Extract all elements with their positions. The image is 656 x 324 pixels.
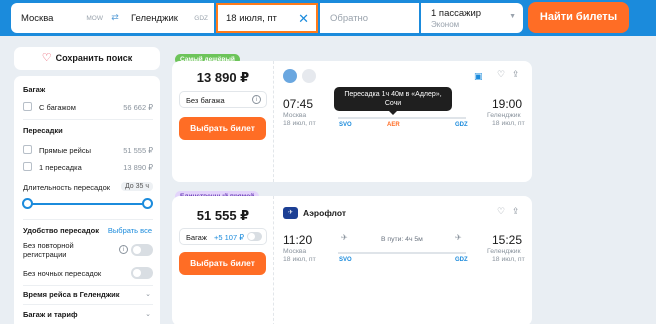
divider bbox=[23, 304, 153, 305]
arrival-date: 18 июл, пт bbox=[492, 256, 525, 263]
cabin-class: Эконом bbox=[431, 20, 460, 29]
departure-time: 11:20 bbox=[283, 233, 313, 247]
no-recheck-toggle[interactable] bbox=[131, 244, 153, 256]
origin-field[interactable]: Москва MOW bbox=[11, 3, 109, 33]
search-bar: Москва MOW ⇄ Геленджик GDZ 18 июля, пт ✕… bbox=[0, 0, 656, 36]
filters-panel: Багаж С багажом 56 662 ₽ Пересадки Прямы… bbox=[14, 76, 160, 324]
airline-logo-icon bbox=[283, 69, 297, 83]
route-line bbox=[338, 117, 466, 119]
select-all-link[interactable]: Выбрать все bbox=[108, 226, 152, 235]
duration-slider[interactable] bbox=[27, 203, 147, 205]
baggage-filter-title: Багаж bbox=[23, 85, 46, 94]
find-tickets-button[interactable]: Найти билеты bbox=[528, 2, 629, 33]
ticket-price: 13 890 ₽ bbox=[196, 70, 250, 85]
destination-code: GDZ bbox=[194, 15, 208, 22]
info-icon[interactable]: i bbox=[252, 95, 261, 104]
comfort-filter-title: Удобство пересадок bbox=[23, 226, 99, 235]
departure-time: 07:45 bbox=[283, 97, 314, 111]
choose-ticket-button[interactable]: Выбрать билет bbox=[179, 117, 266, 140]
heart-icon[interactable]: ♡ bbox=[497, 69, 505, 80]
arrival-airport-code: GDZ bbox=[455, 257, 468, 263]
return-date-field[interactable]: Обратно bbox=[320, 3, 419, 33]
no-recheck-label: Без повторной регистрации bbox=[23, 241, 74, 259]
departure-city: Москва bbox=[283, 248, 307, 255]
heart-icon: ♡ bbox=[41, 52, 52, 64]
departure-date: 18 июл, пт bbox=[283, 120, 316, 127]
route-line bbox=[338, 252, 466, 254]
heart-icon[interactable]: ♡ bbox=[497, 206, 505, 217]
info-icon[interactable]: i bbox=[119, 245, 128, 254]
transfer-tooltip: Пересадка 1ч 40м в «Адлер», Сочи bbox=[334, 87, 452, 115]
swap-icon[interactable]: ⇄ bbox=[109, 3, 121, 33]
divider bbox=[23, 285, 153, 286]
passengers-count: 1 пассажир bbox=[431, 8, 482, 19]
departure-date-field[interactable]: 18 июля, пт ✕ bbox=[216, 3, 318, 33]
slider-min-handle[interactable] bbox=[22, 198, 33, 209]
ticket-price-panel: 13 890 ₽ Без багажа i Выбрать билет bbox=[172, 61, 274, 182]
departure-city: Москва bbox=[283, 112, 307, 119]
destination-field[interactable]: Геленджик GDZ bbox=[121, 3, 214, 33]
arrival-airport-code: GDZ bbox=[455, 122, 468, 128]
transfer-duration-label: Длительность пересадок bbox=[23, 183, 111, 192]
divider bbox=[23, 119, 153, 120]
chevron-down-icon[interactable]: ⌄ bbox=[145, 290, 151, 298]
departure-date-value: 18 июля, пт bbox=[226, 13, 277, 24]
departure-airport-code: SVO bbox=[339, 122, 352, 128]
checkbox[interactable] bbox=[23, 102, 32, 111]
airline-name: Аэрофлот bbox=[303, 208, 346, 218]
baggage-toggle[interactable] bbox=[247, 232, 262, 241]
bus-icon: ▣ bbox=[474, 71, 483, 81]
origin-value: Москва bbox=[21, 13, 54, 24]
filter-one-transfer[interactable]: 1 пересадка 13 890 ₽ bbox=[23, 161, 153, 173]
checkbox[interactable] bbox=[23, 145, 32, 154]
chevron-down-icon: ▼ bbox=[509, 13, 516, 20]
origin-code: MOW bbox=[86, 15, 103, 22]
share-icon[interactable]: ⇪ bbox=[512, 69, 520, 80]
flight-time-section[interactable]: Время рейса в Геленджик bbox=[23, 290, 120, 299]
share-icon[interactable]: ⇪ bbox=[512, 206, 520, 217]
results-area: ♡ Сохранить поиск Багаж С багажом 56 662 … bbox=[0, 36, 656, 324]
slider-max-handle[interactable] bbox=[142, 198, 153, 209]
clear-date-icon[interactable]: ✕ bbox=[298, 11, 309, 27]
return-date-placeholder: Обратно bbox=[330, 13, 369, 24]
baggage-option[interactable]: Без багажа i bbox=[179, 91, 267, 108]
arrival-city: Геленджик bbox=[487, 248, 521, 255]
landing-icon: ✈ bbox=[455, 233, 462, 242]
airline-logo-icon bbox=[302, 69, 316, 83]
arrival-city: Геленджик bbox=[487, 112, 521, 119]
arrival-date: 18 июл, пт bbox=[492, 120, 525, 127]
flight-duration: В пути: 4ч 5м bbox=[381, 236, 423, 243]
baggage-tariff-section[interactable]: Багаж и тариф bbox=[23, 310, 78, 319]
departure-date: 18 июл, пт bbox=[283, 256, 316, 263]
ticket-price-panel: 51 555 ₽ Багаж +5 107 ₽ Выбрать билет bbox=[172, 196, 274, 324]
ticket-card[interactable]: 51 555 ₽ Багаж +5 107 ₽ Выбрать билет ✈ … bbox=[172, 196, 532, 324]
arrival-time: 19:00 bbox=[492, 97, 523, 111]
choose-ticket-button[interactable]: Выбрать билет bbox=[179, 252, 266, 275]
departure-airport-code: SVO bbox=[339, 257, 352, 263]
baggage-option[interactable]: Багаж +5 107 ₽ bbox=[179, 228, 267, 245]
checkbox[interactable] bbox=[23, 162, 32, 171]
transfers-filter-title: Пересадки bbox=[23, 126, 63, 135]
ticket-card[interactable]: 13 890 ₽ Без багажа i Выбрать билет ▣ ♡ … bbox=[172, 61, 532, 182]
filter-direct[interactable]: Прямые рейсы 51 555 ₽ bbox=[23, 144, 153, 156]
ticket-price: 51 555 ₽ bbox=[196, 208, 250, 223]
takeoff-icon: ✈ bbox=[341, 233, 348, 242]
save-search-button[interactable]: ♡ Сохранить поиск bbox=[14, 47, 160, 70]
divider bbox=[23, 219, 153, 220]
transfer-airport-code: AER bbox=[387, 122, 400, 128]
passengers-select[interactable]: 1 пассажир Эконом ▼ bbox=[421, 3, 523, 33]
no-night-label: Без ночных пересадок bbox=[23, 269, 102, 278]
aeroflot-logo-icon: ✈ bbox=[283, 207, 298, 219]
destination-value: Геленджик bbox=[131, 13, 178, 24]
filter-with-baggage[interactable]: С багажом 56 662 ₽ bbox=[23, 101, 153, 113]
transfer-duration-value: До 35 ч bbox=[120, 182, 153, 191]
no-night-toggle[interactable] bbox=[131, 267, 153, 279]
arrival-time: 15:25 bbox=[492, 233, 523, 247]
chevron-down-icon[interactable]: ⌄ bbox=[145, 310, 151, 318]
